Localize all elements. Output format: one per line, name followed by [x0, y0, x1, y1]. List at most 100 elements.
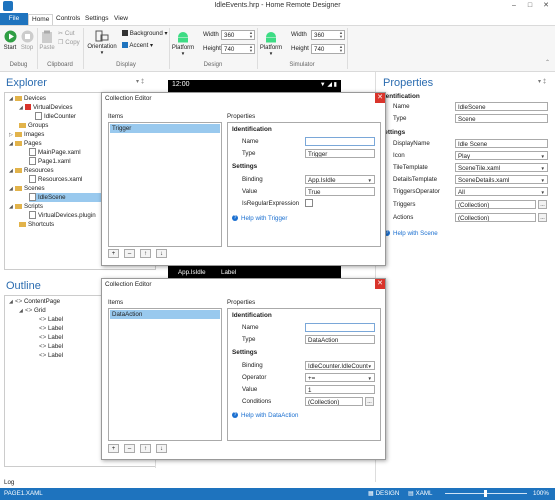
tree-item-virtualdevices[interactable]: ◢ VirtualDevices: [19, 103, 72, 112]
close-dialog-button[interactable]: ✕: [375, 279, 385, 289]
phone-label-appisidle: App.IsIdle: [178, 269, 206, 276]
tree-item-virtualdevices-plugin[interactable]: VirtualDevices.plugin: [29, 211, 96, 220]
tree-item-page1[interactable]: Page1.xaml: [29, 157, 71, 166]
dlg2-name-field[interactable]: [305, 323, 375, 332]
close-dialog-button[interactable]: ✕: [375, 93, 385, 103]
help-scene-link[interactable]: ? Help with Scene: [384, 230, 438, 237]
design-view-button[interactable]: ▦ DESIGN: [368, 490, 399, 497]
add-item-button[interactable]: +: [108, 249, 119, 258]
design-platform-button[interactable]: Platform ▼: [171, 30, 195, 56]
tree-item-devices[interactable]: ◢ Devices: [9, 94, 46, 103]
simulator-platform-button[interactable]: Platform ▼: [259, 30, 283, 56]
prop-icon-select[interactable]: Play ▼: [455, 151, 548, 160]
simulator-height-input[interactable]: 740 ▲ ▼: [311, 44, 345, 54]
help-trigger-link[interactable]: ? Help with Trigger: [232, 215, 287, 222]
tree-item-shortcuts[interactable]: Shortcuts: [19, 220, 54, 229]
paste-button[interactable]: Paste: [39, 30, 55, 51]
element-icon: <>: [39, 343, 47, 350]
dlg2-value-field[interactable]: 1: [305, 385, 375, 394]
orientation-icon: [95, 30, 109, 42]
isregex-checkbox[interactable]: [305, 199, 313, 207]
simulator-width-label: Width: [291, 31, 307, 38]
ribbon-group-design: Platform ▼ Width 360 ▲ ▼ Height 740 ▲ ▼ Desi…: [169, 28, 258, 69]
add-item-button[interactable]: +: [108, 444, 119, 453]
orientation-button[interactable]: Orientation ▼: [85, 30, 119, 55]
tree-item-scenes[interactable]: ◢ Scenes: [9, 184, 45, 193]
design-height-input[interactable]: 740 ▲ ▼: [221, 44, 255, 54]
copy-button[interactable]: ❐ Copy: [58, 39, 80, 46]
dlg1-binding-select[interactable]: App.IsIdle ▼: [305, 175, 375, 184]
move-down-button[interactable]: ↓: [156, 444, 167, 453]
move-up-button[interactable]: ↑: [140, 249, 151, 258]
log-tab[interactable]: Log: [4, 479, 14, 486]
edit-conditions-button[interactable]: ...: [365, 397, 374, 406]
dlg2-binding-select[interactable]: IdleCounter.IdleCount ▼: [305, 361, 375, 370]
prop-displayname-field[interactable]: Idle Scene: [455, 139, 548, 148]
minimize-button[interactable]: –: [507, 1, 521, 11]
close-window-button[interactable]: ✕: [539, 1, 553, 11]
dlg1-value-field[interactable]: True: [305, 187, 375, 196]
tree-item-idlecounter[interactable]: IdleCounter: [35, 112, 76, 121]
outline-item-contentpage[interactable]: ◢ <> ContentPage: [9, 297, 60, 306]
folder-icon: [19, 122, 26, 128]
background-button[interactable]: Background ▾: [122, 30, 168, 37]
dlg2-name-label: Name: [242, 324, 259, 331]
items-list: DataAction: [108, 308, 222, 441]
outline-item-label[interactable]: <> Label: [39, 324, 63, 333]
outline-item-label[interactable]: <> Label: [39, 333, 63, 342]
prop-triggersoperator-select[interactable]: All ▼: [455, 187, 548, 196]
menu-file[interactable]: File: [0, 13, 28, 25]
app-icon: [3, 1, 13, 11]
outline-item-label[interactable]: <> Label: [39, 342, 63, 351]
tree-item-mainpage[interactable]: MainPage.xaml: [29, 148, 81, 157]
tree-item-images[interactable]: ▷ Images: [9, 130, 44, 139]
move-up-button[interactable]: ↑: [140, 444, 151, 453]
tree-item-scripts[interactable]: ◢ Scripts: [9, 202, 43, 211]
collapse-ribbon-icon[interactable]: ⌃: [545, 59, 550, 66]
tree-item-resources[interactable]: ◢ Resources: [9, 166, 54, 175]
ribbon-group-display: Orientation ▼ Background ▾ Accent ▾ Disp…: [83, 28, 170, 69]
tree-item-pages[interactable]: ◢ Pages: [9, 139, 42, 148]
accent-button[interactable]: Accent ▾: [122, 42, 153, 49]
menu-home[interactable]: Home: [28, 14, 54, 25]
edit-triggers-button[interactable]: ...: [538, 200, 547, 209]
tree-item-resources-xaml[interactable]: Resources.xaml: [29, 175, 82, 184]
help-dataaction-link[interactable]: ? Help with DataAction: [232, 412, 298, 419]
zoom-slider-thumb[interactable]: [484, 490, 487, 497]
move-down-button[interactable]: ↓: [156, 249, 167, 258]
dlg1-name-field[interactable]: [305, 137, 375, 146]
remove-item-button[interactable]: –: [124, 444, 135, 453]
list-item-dataaction[interactable]: DataAction: [110, 310, 220, 319]
ribbon-group-clipboard: Paste ✂ Cut ❐ Copy Clipboard: [37, 28, 84, 69]
tree-item-groups[interactable]: Groups: [19, 121, 48, 130]
xaml-view-button[interactable]: ▤ XAML: [408, 490, 432, 497]
dlg1-value-label: Value: [242, 188, 258, 195]
prop-name-label: Name: [393, 103, 410, 110]
element-icon: <>: [39, 334, 47, 341]
outline-item-label[interactable]: <> Label: [39, 315, 63, 324]
edit-actions-button[interactable]: ...: [538, 213, 547, 222]
start-button[interactable]: Start: [2, 30, 18, 51]
dlg2-operator-select[interactable]: += ▼: [305, 373, 375, 382]
pin-icon[interactable]: ▾ ‡: [538, 78, 546, 85]
menu-view[interactable]: View: [111, 14, 131, 24]
menu-settings[interactable]: Settings: [82, 14, 112, 24]
design-width-input[interactable]: 360 ▲ ▼: [221, 30, 255, 40]
list-item-trigger[interactable]: Trigger: [110, 124, 220, 133]
prop-name-field[interactable]: IdleScene: [455, 102, 548, 111]
maximize-button[interactable]: □: [523, 1, 537, 11]
menu-controls[interactable]: Controls: [53, 14, 83, 24]
accent-swatch-icon: [122, 42, 128, 49]
remove-item-button[interactable]: –: [124, 249, 135, 258]
pin-icon[interactable]: ▾ ‡: [136, 78, 144, 85]
outline-item-grid[interactable]: ◢ <> Grid: [19, 306, 46, 315]
prop-tiletemplate-select[interactable]: SceneTile.xaml ▼: [455, 163, 548, 172]
outline-item-label[interactable]: <> Label: [39, 351, 63, 360]
section-settings: Settings: [232, 163, 258, 170]
stop-button[interactable]: Stop: [19, 30, 35, 51]
prop-detailstemplate-select[interactable]: SceneDetails.xaml ▼: [455, 175, 548, 184]
simulator-width-input[interactable]: 360 ▲ ▼: [311, 30, 345, 40]
cut-button[interactable]: ✂ Cut: [58, 30, 75, 37]
dialog-title: Collection Editor: [105, 281, 152, 288]
dlg1-name-label: Name: [242, 138, 259, 145]
